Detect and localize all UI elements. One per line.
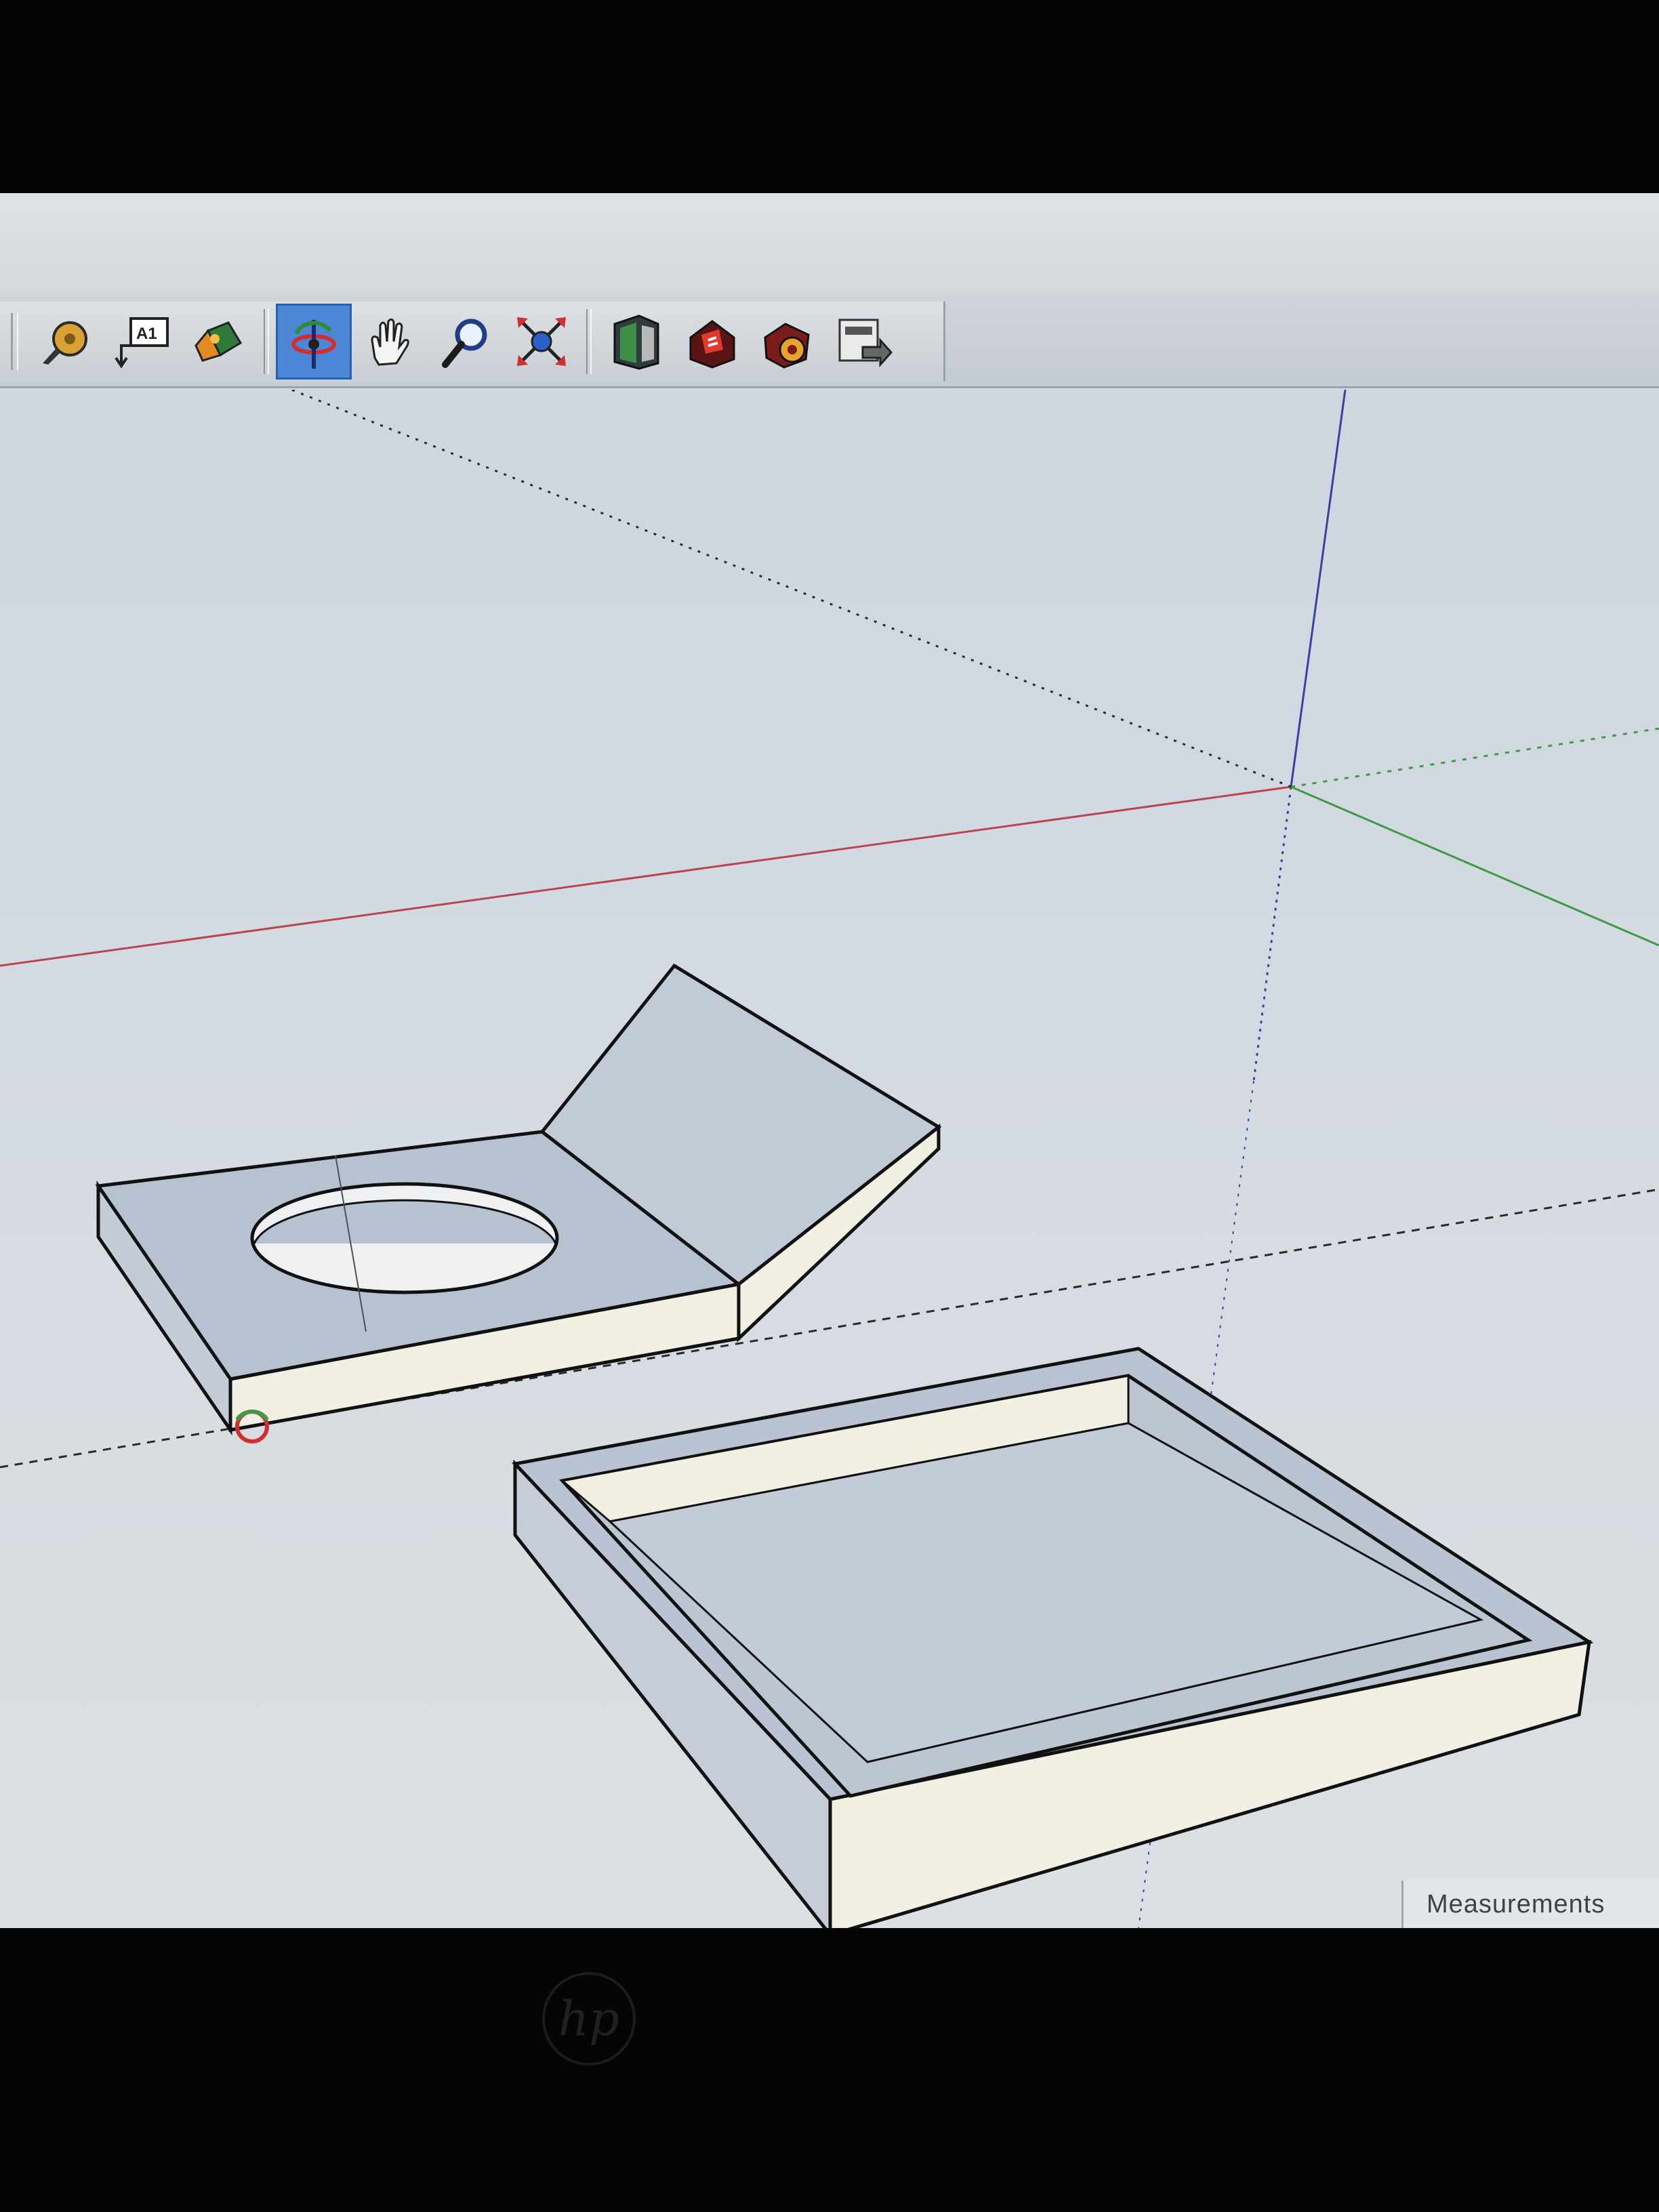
monitor-screen: A1 Measurements bbox=[0, 193, 1659, 1928]
pan-tool-button[interactable] bbox=[352, 304, 428, 380]
text-tool-label: A1 bbox=[136, 325, 157, 343]
toolbar: A1 bbox=[0, 302, 945, 382]
paint-bucket-icon bbox=[194, 321, 243, 362]
red-axis bbox=[0, 785, 1292, 967]
toolbar-grip[interactable] bbox=[11, 313, 18, 370]
viewport-drawing bbox=[0, 390, 1659, 1928]
zoom-icon bbox=[442, 319, 487, 368]
toolbar-separator bbox=[586, 309, 592, 374]
orbit-icon bbox=[291, 320, 336, 369]
tape-measure-icon bbox=[43, 321, 87, 365]
title-bar bbox=[0, 193, 1659, 296]
extension-warehouse-icon bbox=[764, 323, 810, 369]
paint-bucket-tool-button[interactable] bbox=[181, 304, 257, 380]
warehouse-button[interactable] bbox=[598, 304, 674, 380]
zoom-extents-icon bbox=[517, 317, 566, 366]
plate-with-hole[interactable] bbox=[95, 963, 942, 1436]
open-tray[interactable] bbox=[512, 1347, 1594, 1928]
pan-hand-icon bbox=[371, 318, 409, 366]
text-tool-button[interactable]: A1 bbox=[105, 304, 181, 380]
zoom-extents-tool-button[interactable] bbox=[504, 304, 579, 380]
extension-warehouse-button[interactable] bbox=[750, 304, 826, 380]
share-model-button[interactable] bbox=[674, 304, 750, 380]
blue-axis-hidden bbox=[1252, 786, 1292, 1082]
orbit-tool-button[interactable] bbox=[276, 304, 352, 380]
red-axis-negative bbox=[291, 390, 1292, 788]
hp-logo-text: hp bbox=[558, 1991, 619, 2047]
send-to-layout-icon bbox=[838, 319, 893, 367]
blue-axis bbox=[1290, 390, 1347, 787]
text-tool-icon: A1 bbox=[115, 317, 169, 369]
measurements-box[interactable]: Measurements bbox=[1401, 1881, 1659, 1928]
green-axis-negative bbox=[1290, 727, 1659, 788]
toolbar-separator bbox=[264, 309, 269, 374]
green-axis bbox=[1290, 785, 1659, 947]
send-to-layout-button[interactable] bbox=[826, 304, 902, 380]
tape-measure-tool-button[interactable] bbox=[29, 304, 105, 380]
share-model-icon bbox=[689, 320, 735, 369]
measurements-label: Measurements bbox=[1427, 1889, 1605, 1919]
zoom-tool-button[interactable] bbox=[428, 304, 504, 380]
warehouse-icon bbox=[613, 314, 659, 370]
model-viewport[interactable] bbox=[0, 390, 1659, 1928]
hp-logo: hp bbox=[542, 1972, 636, 2066]
